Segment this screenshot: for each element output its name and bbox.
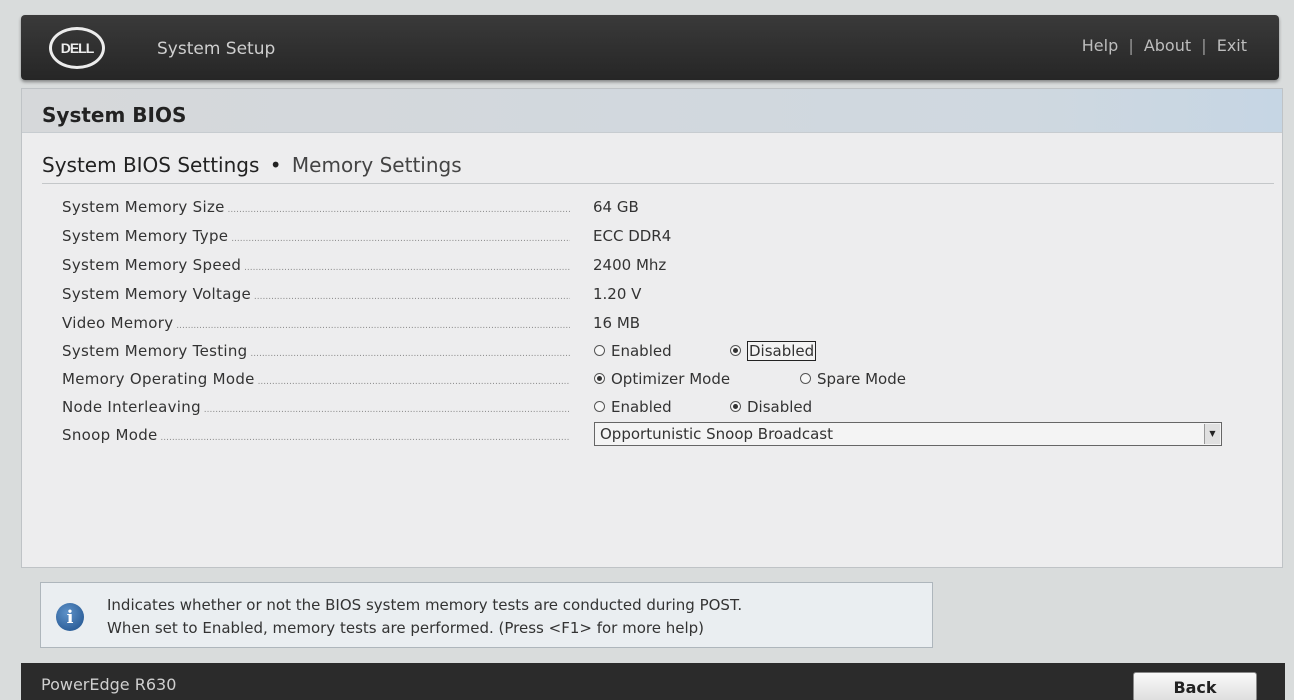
app-title: System Setup xyxy=(157,39,276,59)
help-box: i Indicates whether or not the BIOS syst… xyxy=(40,582,933,648)
link-separator: | xyxy=(1128,36,1134,55)
setting-label: System Memory Type xyxy=(62,227,570,245)
footer-bar: PowerEdge R630 Back xyxy=(21,663,1285,700)
row-operating-mode: Memory Operating Mode Optimizer Mode Spa… xyxy=(62,366,1242,394)
info-icon: i xyxy=(56,603,84,631)
top-links: Help | About | Exit xyxy=(1082,36,1247,55)
setting-value: 64 GB xyxy=(593,198,639,216)
settings-panel: System BIOS System BIOS Settings • Memor… xyxy=(21,88,1283,568)
model-name: PowerEdge R630 xyxy=(41,675,177,694)
row-memory-testing: System Memory Testing Enabled Disabled xyxy=(62,338,1242,366)
select-value: Opportunistic Snoop Broadcast xyxy=(600,425,833,443)
about-link[interactable]: About xyxy=(1144,36,1191,55)
row-node-interleaving: Node Interleaving Enabled Disabled xyxy=(62,394,1242,422)
setting-label: Memory Operating Mode xyxy=(62,370,570,388)
help-link[interactable]: Help xyxy=(1082,36,1118,55)
setting-label: Video Memory xyxy=(62,314,570,332)
node-interleaving-enabled-radio[interactable]: Enabled xyxy=(594,396,674,417)
section-title: System BIOS xyxy=(22,89,1282,133)
radio-label: Optimizer Mode xyxy=(611,369,731,388)
help-text: Indicates whether or not the BIOS system… xyxy=(107,594,742,640)
breadcrumb: System BIOS Settings • Memory Settings xyxy=(42,153,462,177)
setting-value: ECC DDR4 xyxy=(593,227,672,245)
breadcrumb-separator: • xyxy=(269,153,282,177)
memory-testing-disabled-radio[interactable]: Disabled xyxy=(730,340,818,361)
setting-label: System Memory Testing xyxy=(62,342,570,360)
breadcrumb-current: Memory Settings xyxy=(291,153,462,177)
radio-label: Enabled xyxy=(611,341,672,360)
setting-label: Node Interleaving xyxy=(62,398,570,416)
row-memory-speed: System Memory Speed 2400 Mhz xyxy=(62,252,1242,281)
settings-list: System Memory Size 64 GB System Memory T… xyxy=(62,194,1242,451)
radio-label: Enabled xyxy=(611,397,672,416)
chevron-down-icon[interactable]: ▼ xyxy=(1204,424,1220,444)
link-separator: | xyxy=(1201,36,1207,55)
row-snoop-mode: Snoop Mode Opportunistic Snoop Broadcast… xyxy=(62,422,1242,451)
radio-selected-icon xyxy=(730,345,741,356)
logo-text: DELL xyxy=(60,40,95,56)
header-bar: DELL System Setup Help | About | Exit xyxy=(21,15,1279,80)
radio-icon xyxy=(594,401,605,412)
node-interleaving-disabled-radio[interactable]: Disabled xyxy=(730,396,814,417)
memory-testing-enabled-radio[interactable]: Enabled xyxy=(594,340,674,361)
setting-value: 16 MB xyxy=(593,314,641,332)
setting-value: 2400 Mhz xyxy=(593,256,667,274)
help-line-2: When set to Enabled, memory tests are pe… xyxy=(107,619,705,637)
row-memory-size: System Memory Size 64 GB xyxy=(62,194,1242,223)
radio-icon xyxy=(800,373,811,384)
radio-label: Disabled xyxy=(747,397,813,416)
optimizer-mode-radio[interactable]: Optimizer Mode xyxy=(594,368,732,389)
setting-label: System Memory Voltage xyxy=(62,285,570,303)
radio-icon xyxy=(594,345,605,356)
setting-label: Snoop Mode xyxy=(62,426,570,444)
back-button[interactable]: Back xyxy=(1133,672,1257,700)
breadcrumb-parent: System BIOS Settings xyxy=(42,153,260,177)
setting-label: System Memory Speed xyxy=(62,256,570,274)
row-video-memory: Video Memory 16 MB xyxy=(62,310,1242,338)
setting-label: System Memory Size xyxy=(62,198,570,216)
radio-label: Disabled xyxy=(747,340,817,361)
row-memory-type: System Memory Type ECC DDR4 xyxy=(62,223,1242,252)
setting-value: 1.20 V xyxy=(593,285,642,303)
radio-selected-icon xyxy=(594,373,605,384)
exit-link[interactable]: Exit xyxy=(1217,36,1247,55)
spare-mode-radio[interactable]: Spare Mode xyxy=(800,368,908,389)
radio-label: Spare Mode xyxy=(817,369,906,388)
row-memory-voltage: System Memory Voltage 1.20 V xyxy=(62,281,1242,310)
dell-logo: DELL xyxy=(49,27,105,69)
help-line-1: Indicates whether or not the BIOS system… xyxy=(107,596,743,614)
snoop-mode-select[interactable]: Opportunistic Snoop Broadcast ▼ xyxy=(594,422,1222,446)
radio-selected-icon xyxy=(730,401,741,412)
divider xyxy=(42,183,1274,184)
